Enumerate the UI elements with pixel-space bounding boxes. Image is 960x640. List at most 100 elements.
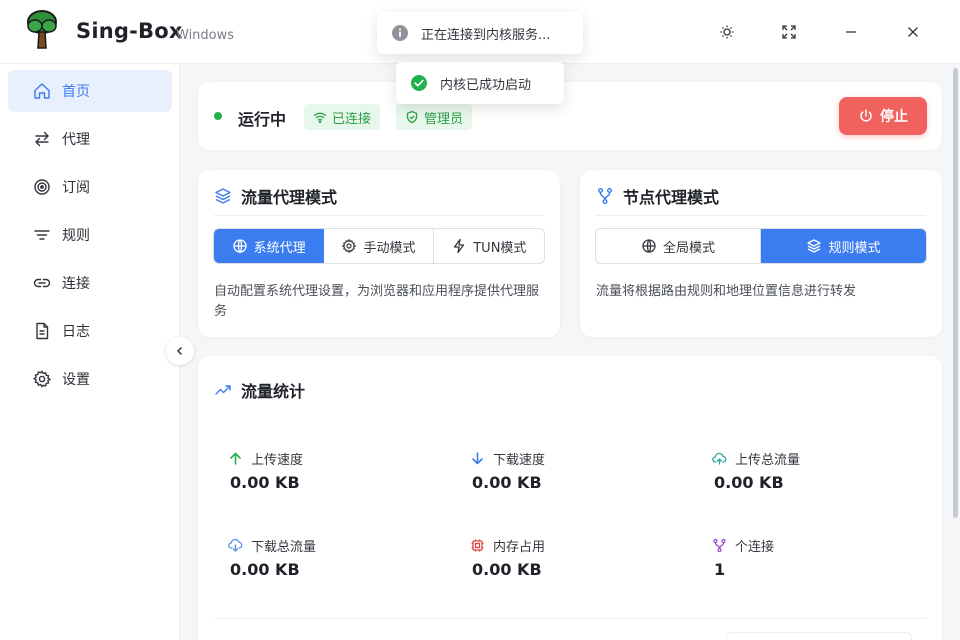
download-total-value: 0.00 KB [230,560,300,579]
globe-icon [642,239,656,253]
branch-icon [598,188,612,204]
node-mode-title: 节点代理模式 [596,184,719,208]
swap-icon [35,131,49,147]
download-speed-label: 下载速度 [470,449,545,468]
rss-icon [34,179,50,195]
download-speed-value: 0.00 KB [472,473,542,492]
upload-speed-stat: 上传速度 0.00 KB [228,449,428,509]
lightning-icon [454,238,465,254]
link-icon [33,278,51,288]
stop-button[interactable]: 停止 [839,97,927,135]
sun-icon [720,25,734,39]
stat-label-text: 个连接 [735,540,775,555]
sidebar: 首页 代理 订阅 规则 连接 日志 设置 [0,64,180,640]
sidebar-item-proxy[interactable]: 代理 [8,118,172,160]
sidebar-item-logs[interactable]: 日志 [8,310,172,352]
download-speed-stat: 下载速度 0.00 KB [470,449,670,509]
minimize-button[interactable] [837,18,865,46]
memory-value: 0.00 KB [472,560,542,579]
option-label: 全局模式 [662,240,715,256]
manual-mode-option[interactable]: 手动模式 [324,229,434,263]
wifi-icon [313,112,327,124]
status-dot [214,112,222,120]
theme-toggle-button[interactable] [713,18,741,46]
system-proxy-option[interactable]: 系统代理 [214,229,325,263]
chevron-left-icon [176,346,183,356]
shield-icon [406,110,418,124]
arrow-up-icon [230,452,241,465]
sidebar-item-rules[interactable]: 规则 [8,214,172,256]
sidebar-item-label: 连接 [62,276,90,292]
cloud-upload-icon [712,452,727,465]
home-icon [34,83,50,99]
upload-total-label: 上传总流量 [712,449,800,468]
sidebar-collapse-button[interactable] [166,337,194,365]
sidebar-item-connections[interactable]: 连接 [8,262,172,304]
sidebar-item-label: 设置 [62,372,90,388]
gear-icon [32,370,52,388]
divider [214,618,926,619]
connections-value: 1 [714,560,726,579]
stat-label-text: 内存占用 [493,540,546,555]
fullscreen-button[interactable] [775,18,803,46]
traffic-stats-title-text: 流量统计 [241,382,306,401]
traffic-mode-card: 流量代理模式 系统代理 手动模式 TUN模式 自动配置系统代理设置，为浏览器和应… [198,170,560,337]
main-scrollbar[interactable] [953,68,958,518]
success-toast: 内核已成功启动 [396,62,564,104]
tun-mode-option[interactable]: TUN模式 [434,229,544,263]
sidebar-item-label: 代理 [62,132,90,148]
node-mode-segmented: 全局模式 规则模式 [595,228,927,264]
chart-control-partial [726,632,912,640]
close-icon [908,27,918,37]
stop-label: 停止 [880,109,908,125]
memory-stat: 内存占用 0.00 KB [470,536,670,596]
connections-label: 个连接 [712,536,774,555]
option-label: 手动模式 [363,240,416,256]
rule-mode-option[interactable]: 规则模式 [761,229,926,263]
download-total-stat: 下载总流量 0.00 KB [228,536,428,596]
connections-stat: 个连接 1 [712,536,912,596]
global-mode-option[interactable]: 全局模式 [596,229,761,263]
app-title: Sing-Box [76,19,183,43]
sidebar-item-subscription[interactable]: 订阅 [8,166,172,208]
stat-label-text: 下载总流量 [251,540,317,555]
status-card: 运行中 已连接 管理员 停止 [198,82,942,150]
traffic-mode-title: 流量代理模式 [214,184,337,208]
file-icon [36,322,49,340]
filter-icon [34,230,50,240]
arrow-down-icon [472,452,483,465]
sidebar-item-label: 规则 [62,228,90,244]
traffic-mode-title-text: 流量代理模式 [241,188,338,207]
globe-icon [233,239,247,253]
layers-icon [807,239,822,253]
traffic-mode-segmented: 系统代理 手动模式 TUN模式 [213,228,545,264]
gear-icon [342,238,357,254]
info-toast-text: 正在连接到内核服务... [421,27,551,43]
minimize-icon [846,31,856,33]
app-subtitle: Windows [176,28,235,43]
divider [596,215,926,216]
close-button[interactable] [899,18,927,46]
sidebar-item-label: 首页 [62,84,90,100]
option-label: 系统代理 [253,240,306,256]
download-total-label: 下载总流量 [228,536,316,555]
node-mode-title-text: 节点代理模式 [623,188,720,207]
upload-speed-value: 0.00 KB [230,473,300,492]
stat-label-text: 上传速度 [251,453,304,468]
traffic-mode-description: 自动配置系统代理设置，为浏览器和应用程序提供代理服务 [214,284,540,319]
info-toast: 正在连接到内核服务... [377,12,583,54]
upload-total-value: 0.00 KB [714,473,784,492]
stat-label-text: 下载速度 [493,453,546,468]
cloud-download-icon [228,538,243,552]
connected-badge: 已连接 [304,104,381,130]
option-label: TUN模式 [473,240,527,256]
stat-label-text: 上传总流量 [735,453,801,468]
tree-logo-icon [27,10,57,49]
sidebar-item-label: 订阅 [62,180,90,196]
chip-icon [471,539,484,552]
expand-icon [782,25,796,39]
sidebar-item-home[interactable]: 首页 [8,70,172,112]
success-toast-text: 内核已成功启动 [440,77,532,93]
sidebar-item-settings[interactable]: 设置 [8,358,172,400]
layers-icon [215,188,231,204]
